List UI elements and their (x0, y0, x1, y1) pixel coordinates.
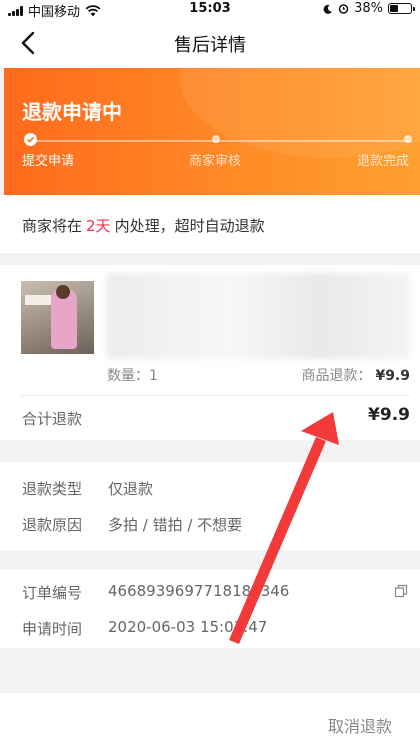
order-number-value: 4668939697718182346 (108, 582, 290, 600)
step-label-submit: 提交申请 (22, 154, 75, 169)
refund-reason-label: 退款原因 (22, 516, 83, 534)
order-number-row: 订单编号 4668939697718182346 (22, 582, 289, 603)
notice-days: 2天 (86, 217, 111, 235)
status-right: 38% (323, 1, 415, 16)
notice-suffix: 内处理，超时自动退款 (114, 217, 265, 235)
thumbnail-head (56, 285, 70, 299)
order-number-label: 订单编号 (22, 584, 83, 602)
bottom-action-bar: 取消退款 (0, 693, 420, 737)
refund-reason-row: 退款原因 多拍 / 错拍 / 不想要 (22, 514, 242, 535)
notice-prefix: 商家将在 (22, 217, 83, 235)
check-icon (26, 136, 35, 143)
item-refund-label: 商品退款： (301, 368, 372, 384)
item-refund: 商品退款： ¥9.9 (301, 365, 410, 385)
banner-decoration (180, 68, 420, 158)
item-refund-value: ¥9.9 (375, 368, 410, 384)
moon-icon (323, 4, 333, 14)
step-label-review: 商家审核 (189, 154, 242, 169)
product-title-blurred (106, 273, 410, 359)
battery-icon (388, 3, 415, 14)
refund-reason-value: 多拍 / 错拍 / 不想要 (108, 516, 243, 534)
step-label-complete: 退款完成 (357, 154, 410, 169)
thumbnail-sign (25, 295, 51, 305)
refund-type-label: 退款类型 (22, 480, 83, 498)
refund-type-value: 仅退款 (108, 480, 154, 498)
battery-percent: 38% (354, 1, 383, 16)
total-refund-value: ¥9.9 (368, 405, 410, 425)
refund-status-title: 退款申请中 (22, 100, 122, 124)
apply-time-label: 申请时间 (22, 620, 83, 638)
total-refund-label: 合计退款 (22, 410, 83, 428)
divider (21, 395, 410, 396)
status-bar: 中国移动 15:03 38% (0, 0, 420, 20)
apply-time-value: 2020-06-03 15:03:47 (108, 618, 268, 636)
refund-info-section: 退款类型 仅退款 退款原因 多拍 / 错拍 / 不想要 (0, 462, 420, 550)
product-card: 数量：1 商品退款： ¥9.9 合计退款 ¥9.9 (0, 265, 420, 440)
product-thumbnail[interactable] (21, 281, 94, 354)
alarm-icon (338, 4, 349, 14)
product-quantity: 数量：1 (107, 368, 158, 384)
nav-bar: 售后详情 (0, 18, 420, 68)
apply-time-row: 申请时间 2020-06-03 15:03:47 (22, 618, 267, 639)
step-dot-review (212, 135, 220, 143)
step-dot-submit (24, 133, 37, 146)
page-title: 售后详情 (174, 35, 246, 56)
processing-notice: 商家将在 2天 内处理，超时自动退款 (0, 195, 420, 253)
refund-status-banner: 退款申请中 提交申请 商家审核 退款完成 (4, 68, 420, 195)
copy-icon[interactable] (394, 584, 408, 598)
step-dot-complete (404, 135, 412, 143)
cancel-refund-button[interactable]: 取消退款 (328, 713, 392, 737)
progress-track (30, 140, 412, 142)
order-info-section: 订单编号 4668939697718182346 申请时间 2020-06-03… (0, 570, 420, 648)
refund-type-row: 退款类型 仅退款 (22, 478, 153, 499)
